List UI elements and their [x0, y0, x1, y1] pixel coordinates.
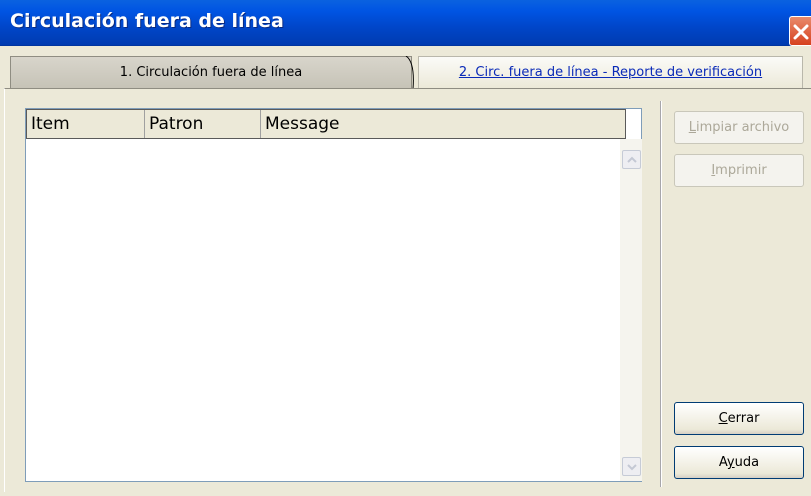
button-label: mprimir	[715, 163, 767, 178]
tab-offline-circulation[interactable]: 1. Circulación fuera de línea	[10, 56, 412, 88]
button-label: uda	[734, 455, 760, 470]
transactions-list[interactable]: Item Patron Message	[25, 108, 642, 482]
tab-verification-report[interactable]: 2. Circ. fuera de línea - Reporte de ver…	[418, 56, 803, 88]
scroll-down-button[interactable]	[622, 457, 641, 476]
separator	[660, 101, 662, 487]
mnemonic: y	[726, 455, 735, 470]
vertical-scrollbar[interactable]	[620, 139, 642, 481]
close-icon	[793, 24, 809, 40]
column-header-message[interactable]: Message	[261, 110, 625, 138]
mnemonic: L	[688, 120, 696, 135]
tab-label: 2. Circ. fuera de línea - Reporte de ver…	[458, 65, 763, 80]
column-header-item[interactable]: Item	[27, 110, 145, 138]
list-header: Item Patron Message	[26, 109, 626, 139]
title-bar: Circulación fuera de línea	[0, 0, 811, 46]
chevron-up-icon	[627, 156, 637, 163]
print-button[interactable]: Imprimir	[674, 154, 804, 187]
clear-file-button[interactable]: Limpiar archivo	[674, 111, 804, 144]
column-header-patron[interactable]: Patron	[145, 110, 261, 138]
close-dialog-button[interactable]: Cerrar	[674, 402, 804, 435]
tab-label: 1. Circulación fuera de línea	[119, 65, 303, 80]
help-button[interactable]: Ayuda	[674, 446, 804, 479]
tab-separator	[405, 56, 414, 89]
scroll-up-button[interactable]	[622, 150, 641, 169]
button-label: impiar archivo	[695, 120, 790, 135]
chevron-down-icon	[627, 464, 637, 471]
button-label: A	[718, 455, 727, 470]
close-button[interactable]	[789, 16, 811, 46]
button-label: errar	[727, 411, 760, 426]
window-title: Circulación fuera de línea	[10, 10, 284, 32]
mnemonic: C	[718, 411, 728, 426]
